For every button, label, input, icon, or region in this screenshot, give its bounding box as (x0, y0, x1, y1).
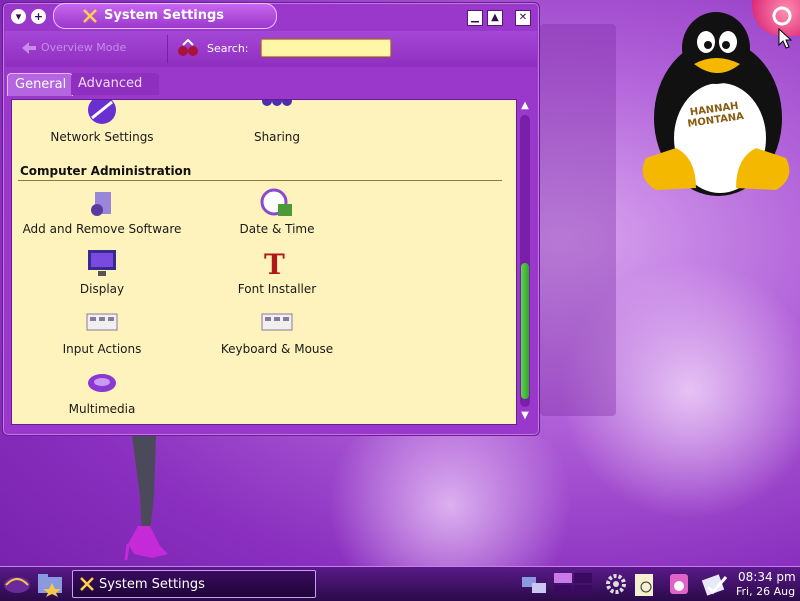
monitor-icon (88, 250, 116, 276)
background-window-shadow (540, 24, 616, 416)
sharing-icon (262, 100, 292, 106)
clipboard-icon[interactable] (630, 571, 658, 597)
font-icon: T (264, 248, 285, 278)
section-divider (18, 180, 502, 181)
settings-item-sharing[interactable]: Sharing (192, 100, 362, 144)
settings-item-date-time[interactable]: Date & Time (192, 188, 362, 236)
network-monitor-icon[interactable] (520, 571, 548, 597)
window-menu-button[interactable]: ▾ (11, 9, 26, 24)
settings-item-keyboard-mouse[interactable]: Keyboard & Mouse (192, 308, 362, 356)
task-label: System Settings (99, 577, 205, 592)
title-pill: System Settings (53, 3, 277, 29)
tab-advanced[interactable]: Advanced (71, 73, 159, 95)
multimedia-icon (88, 374, 116, 392)
item-label: Sharing (253, 130, 301, 144)
search-label: Search: (207, 42, 249, 55)
input-actions-icon (86, 313, 118, 331)
network-icon (88, 100, 116, 124)
section-title: Computer Administration (20, 164, 192, 178)
window-titlebar[interactable]: ▾ + System Settings ▁ ▲ ✕ (3, 3, 539, 29)
search-input[interactable] (261, 39, 391, 57)
overview-mode-button[interactable]: Overview Mode (41, 41, 126, 54)
app-icon (772, 6, 792, 26)
item-label: Date & Time (239, 222, 315, 236)
item-label: Keyboard & Mouse (220, 342, 334, 356)
item-label: Input Actions (62, 342, 142, 356)
tools-icon (83, 9, 97, 23)
settings-item-multimedia[interactable]: Multimedia (17, 368, 187, 416)
tools-icon (80, 577, 94, 591)
home-folder-icon[interactable] (36, 571, 66, 597)
tab-label: Advanced (78, 76, 143, 91)
vertical-scrollbar[interactable]: ▲ ▼ (517, 99, 533, 425)
settings-item-input-actions[interactable]: Input Actions (17, 308, 187, 356)
clock-date[interactable]: Fri, 26 Aug (736, 585, 795, 598)
toolbar-separator (167, 35, 168, 63)
toolbar: Overview Mode Search: (5, 31, 537, 67)
svg-text:T: T (264, 248, 285, 278)
clear-search-icon[interactable] (177, 39, 199, 57)
gear-icon[interactable] (602, 571, 630, 597)
scrollbar-thumb[interactable] (521, 263, 529, 399)
settings-item-display[interactable]: Display (17, 248, 187, 296)
item-label: Network Settings (50, 130, 154, 144)
settings-item-font-installer[interactable]: T Font Installer (192, 248, 362, 296)
tab-label: General (15, 77, 67, 92)
desktop-corner-button[interactable] (752, 0, 800, 36)
item-label: Display (79, 282, 125, 296)
back-arrow-icon (22, 42, 36, 54)
item-label: Font Installer (237, 282, 317, 296)
close-button[interactable]: ✕ (515, 10, 531, 26)
k-menu-icon[interactable] (2, 571, 32, 597)
item-label: Multimedia (68, 402, 136, 416)
sticky-button[interactable]: + (31, 9, 46, 24)
keyboard-icon (261, 313, 293, 331)
item-label: Add and Remove Software (22, 222, 182, 236)
klipper-check-icon[interactable] (700, 571, 730, 597)
wallpaper-cloud (300, 420, 600, 590)
taskbar: System Settings 08:34 pm Fri, 26 Aug (0, 566, 800, 601)
maximize-button[interactable]: ▲ (487, 10, 503, 26)
wallpaper-legs (124, 436, 168, 561)
scroll-up-icon[interactable]: ▲ (517, 99, 533, 113)
speaker-icon[interactable] (664, 571, 694, 597)
window-title: System Settings (104, 8, 225, 23)
clock-time[interactable]: 08:34 pm (738, 570, 796, 584)
software-icon (91, 192, 111, 216)
system-settings-window: ▾ + System Settings ▁ ▲ ✕ Overview Mode … (2, 2, 540, 436)
minimize-button[interactable]: ▁ (467, 10, 483, 26)
settings-item-software[interactable]: Add and Remove Software (17, 188, 187, 236)
taskbar-task-system-settings[interactable]: System Settings (72, 570, 316, 598)
clock-icon (260, 188, 292, 216)
scroll-down-icon[interactable]: ▼ (517, 409, 533, 423)
tab-general[interactable]: General (7, 73, 73, 96)
pager-icon[interactable] (552, 571, 596, 597)
mouse-cursor-icon (778, 28, 792, 49)
settings-item-network[interactable]: Network Settings (17, 100, 187, 144)
settings-icon-view: Network Settings Sharing Computer Admini… (11, 99, 517, 425)
